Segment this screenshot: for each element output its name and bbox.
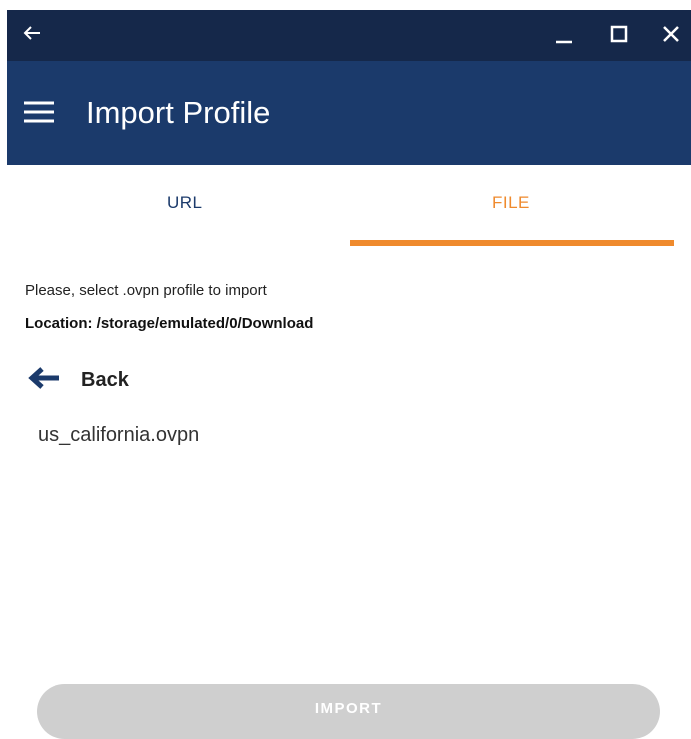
hamburger-menu-icon[interactable] — [24, 101, 54, 123]
back-arrow-icon[interactable] — [22, 23, 42, 43]
app-bar: Import Profile — [7, 61, 691, 165]
maximize-icon[interactable] — [607, 22, 631, 46]
tab-bar: URL FILE — [7, 165, 691, 250]
instruction-text: Please, select .ovpn profile to import — [25, 282, 267, 299]
import-button[interactable]: IMPORT — [37, 684, 660, 739]
back-button[interactable]: Back — [27, 364, 129, 396]
location-path: Location: /storage/emulated/0/Download — [25, 315, 314, 332]
arrow-left-icon — [27, 366, 61, 394]
tab-url[interactable]: URL — [167, 193, 203, 213]
file-list-item[interactable]: us_california.ovpn — [38, 424, 199, 447]
close-icon[interactable] — [659, 22, 683, 46]
minimize-icon[interactable] — [552, 22, 576, 46]
active-tab-indicator — [350, 240, 674, 246]
tab-file[interactable]: FILE — [492, 193, 530, 213]
back-label: Back — [81, 368, 129, 391]
page-title: Import Profile — [86, 95, 271, 130]
window-titlebar — [7, 10, 691, 61]
